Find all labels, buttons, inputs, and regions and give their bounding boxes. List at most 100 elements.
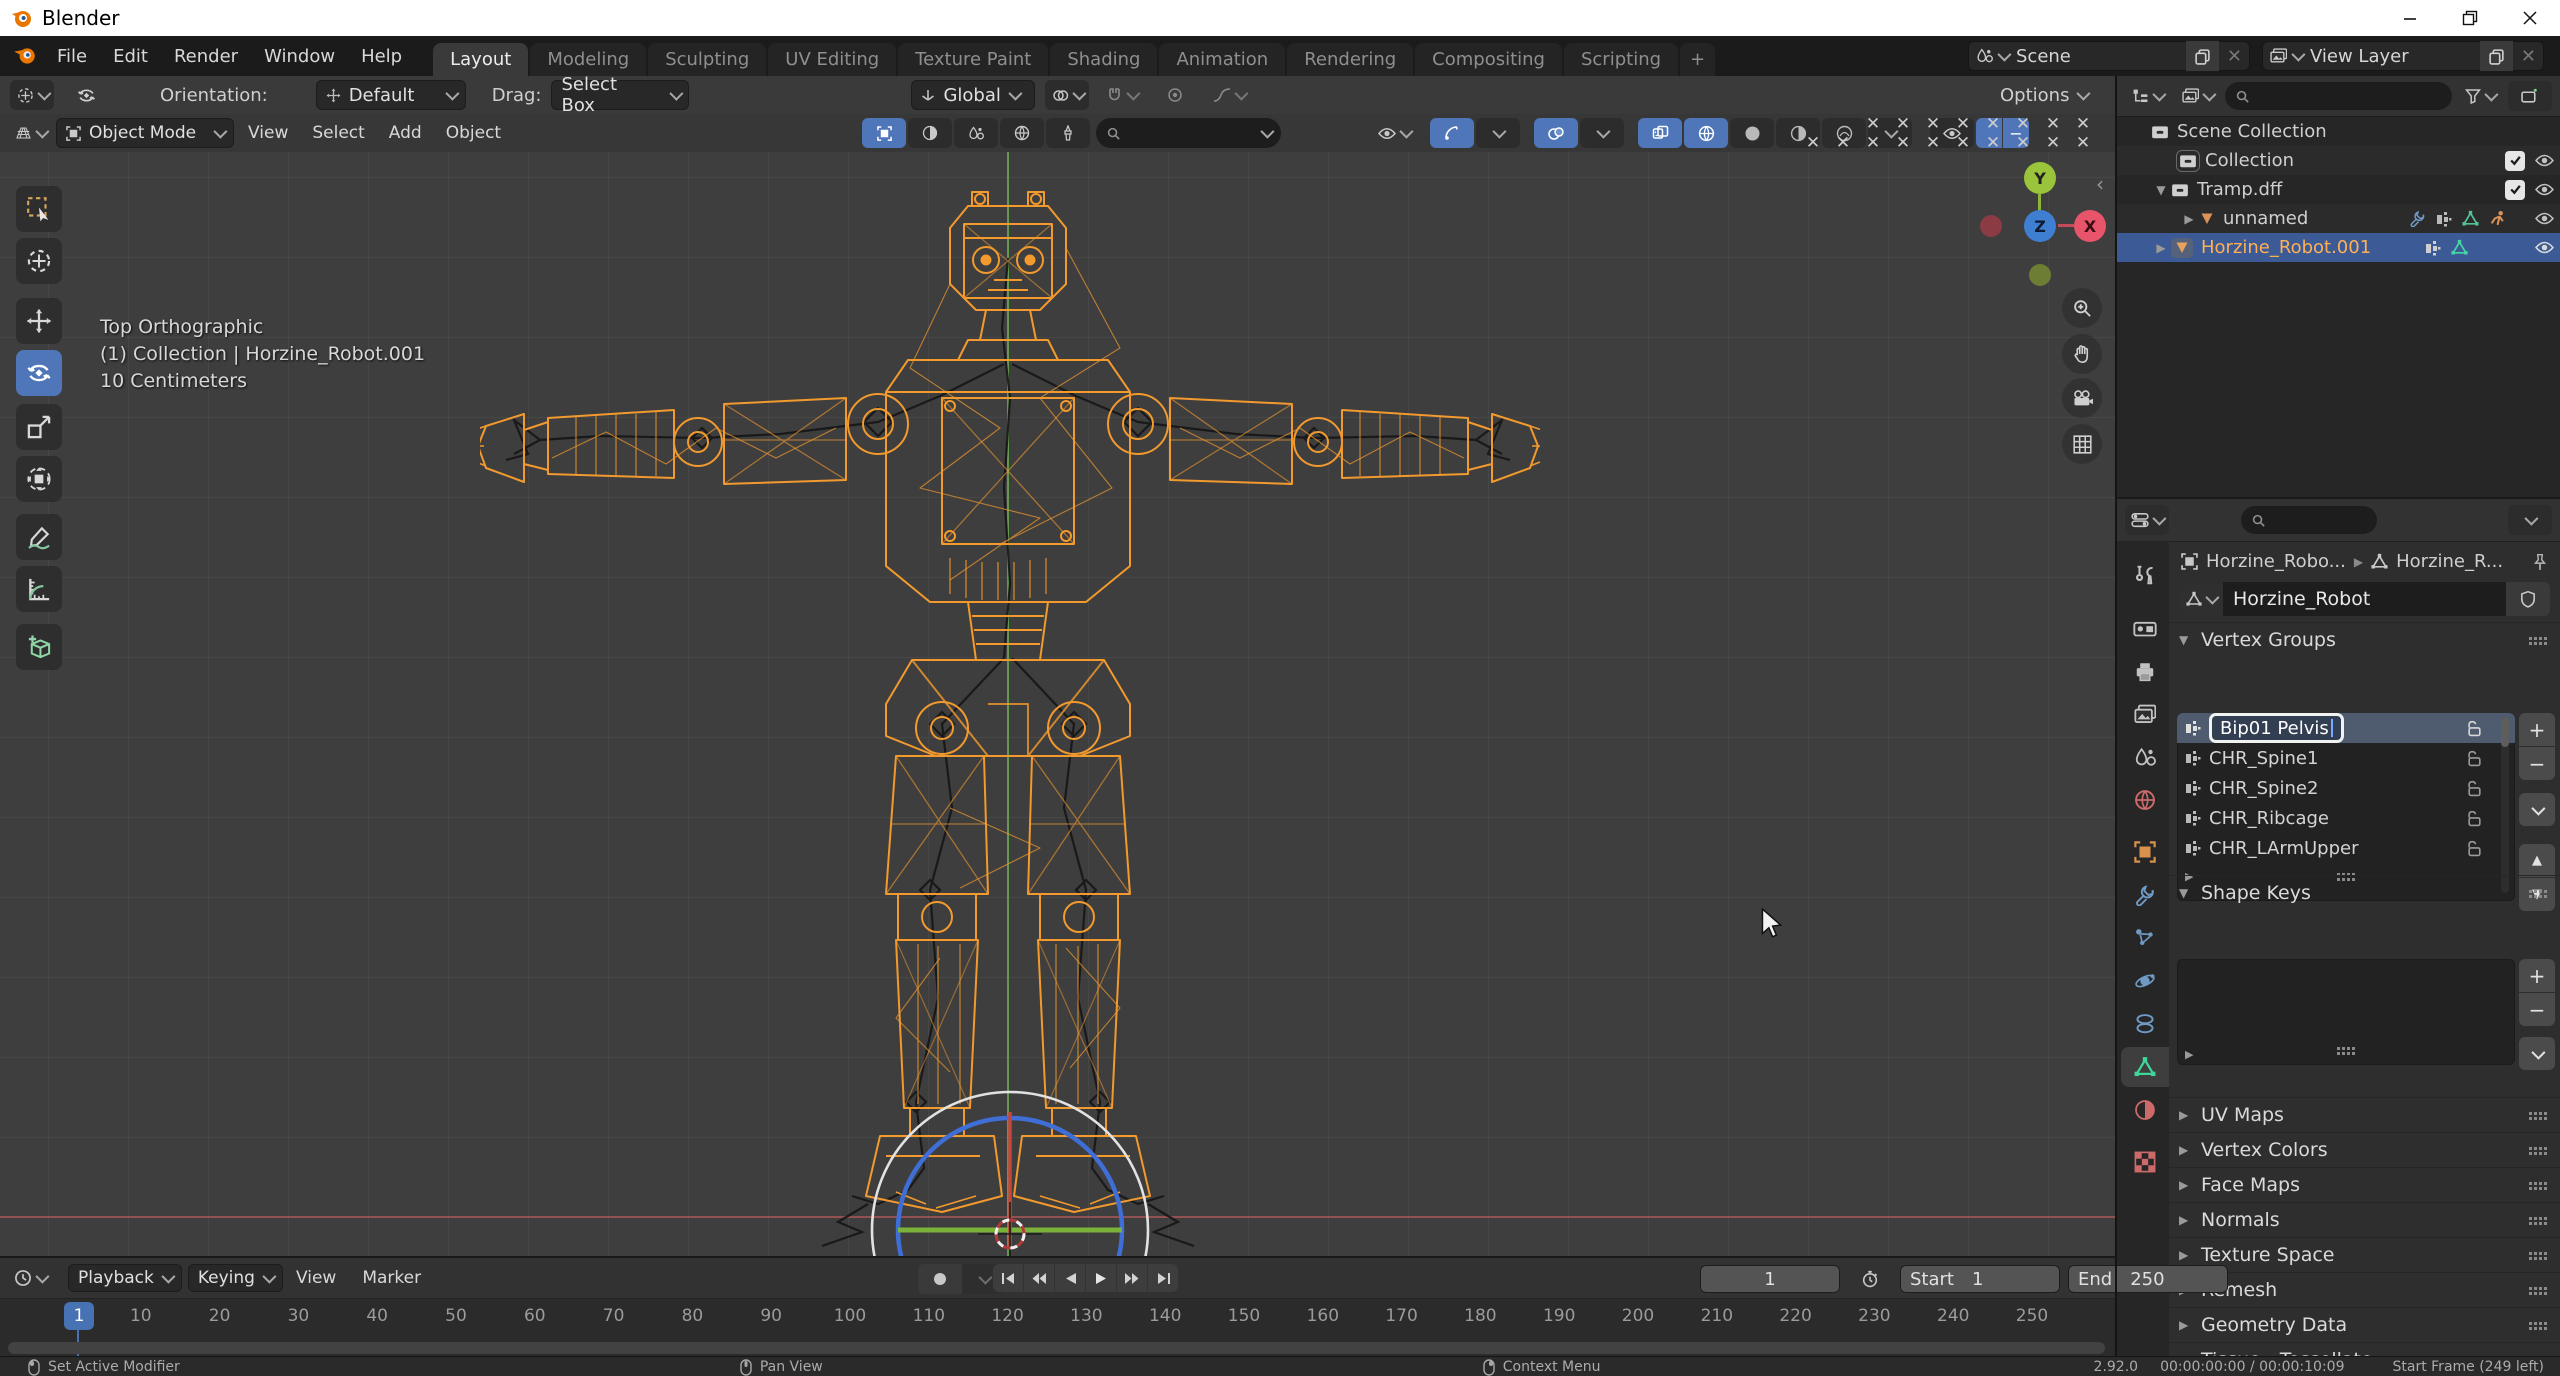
lock-open-icon[interactable]: [2466, 840, 2483, 857]
tab-scripting[interactable]: Scripting: [1564, 43, 1678, 76]
missing-addon-icon[interactable]: ✕: [2068, 114, 2098, 134]
vertex-groups-list[interactable]: Bip01 Pelvis CHR_Spine1 CHR_Spine2 CHR_R…: [2177, 713, 2515, 901]
use-preview-range-icon[interactable]: [1848, 1264, 1892, 1294]
vertex-group-specials-icon[interactable]: [2519, 793, 2555, 826]
tab-modeling[interactable]: Modeling: [530, 43, 646, 76]
tool-transform-button[interactable]: [16, 456, 62, 502]
missing-addon-icon[interactable]: ✕: [2038, 114, 2068, 134]
outliner-item-label[interactable]: Horzine_Robot.001: [2201, 237, 2371, 258]
lock-open-icon[interactable]: [2466, 750, 2483, 767]
play-button[interactable]: [1086, 1264, 1116, 1292]
viewport-search-input[interactable]: [1096, 118, 1281, 148]
tool-scale-button[interactable]: [16, 404, 62, 450]
outliner-scene-icon[interactable]: [2175, 81, 2219, 111]
panel-shape-keys-header[interactable]: ▼ Shape Keys: [2169, 875, 2560, 910]
gizmos-toggle-icon[interactable]: [1430, 118, 1474, 148]
viewport-canvas[interactable]: Top Orthographic (1) Collection | Horzin…: [0, 152, 2115, 1256]
add-workspace-button[interactable]: +: [1680, 43, 1715, 76]
missing-addon-icon[interactable]: ✕: [1948, 133, 1978, 153]
panel-vertex-groups-header[interactable]: ▼ Vertex Groups: [2169, 622, 2560, 657]
timeline-menu-view[interactable]: View: [283, 1261, 349, 1295]
tab-physics-icon[interactable]: [2121, 961, 2169, 1001]
tab-output-icon[interactable]: [2121, 651, 2169, 691]
panel-face-maps[interactable]: ▶Face Maps: [2169, 1167, 2560, 1202]
fake-user-shield-icon[interactable]: [2506, 582, 2550, 616]
mesh-data-icon[interactable]: [2462, 210, 2479, 227]
tab-animation[interactable]: Animation: [1159, 43, 1285, 76]
mesh-data-icon[interactable]: [2451, 239, 2468, 256]
tab-object-icon[interactable]: [2121, 832, 2169, 872]
list-filter-disclosure-icon[interactable]: ▶: [2185, 1048, 2193, 1061]
tool-add-cube-button[interactable]: [16, 624, 62, 670]
panel-geometry-data[interactable]: ▶Geometry Data: [2169, 1307, 2560, 1342]
timeline-menu-marker[interactable]: Marker: [349, 1261, 434, 1295]
tool-annotate-button[interactable]: [16, 514, 62, 560]
vertex-group-row[interactable]: CHR_LArmUpper: [2177, 833, 2515, 863]
start-frame-field[interactable]: Start1: [1900, 1265, 2060, 1293]
timeline-scrollbar[interactable]: [8, 1342, 2105, 1354]
outliner-display-mode-icon[interactable]: [2125, 81, 2169, 111]
vertex-group-add-button[interactable]: +: [2519, 713, 2555, 746]
gizmos-dropdown-icon[interactable]: [1476, 118, 1520, 148]
pan-hand-button[interactable]: [2062, 334, 2102, 374]
vertex-group-name[interactable]: CHR_Spine1: [2209, 748, 2318, 769]
properties-display-icon[interactable]: [2125, 505, 2169, 535]
blender-menu-logo-icon[interactable]: [12, 45, 38, 67]
tab-render-icon[interactable]: [2121, 607, 2169, 647]
tab-object-data-icon[interactable]: [2121, 1047, 2169, 1087]
outliner-row-collection[interactable]: Collection: [2117, 146, 2560, 175]
vertex-group-icon[interactable]: [2436, 211, 2452, 227]
overlays-dropdown-icon[interactable]: [1580, 118, 1624, 148]
rotate-gizmo[interactable]: [820, 1052, 1200, 1256]
vertex-group-name[interactable]: CHR_Ribcage: [2209, 808, 2329, 829]
collection-checkbox[interactable]: [2505, 180, 2525, 200]
missing-addon-icon[interactable]: ✕: [1858, 114, 1888, 134]
tool-settings-editor-icon[interactable]: [10, 80, 54, 110]
tool-select-box-button[interactable]: [16, 186, 62, 232]
missing-addon-icon[interactable]: ✕: [2008, 133, 2038, 153]
outliner-item-label[interactable]: unnamed: [2223, 208, 2308, 229]
vertex-group-move-up-button[interactable]: ▲: [2519, 844, 2555, 877]
properties-options-icon[interactable]: [2508, 505, 2552, 535]
tab-constraints-icon[interactable]: [2121, 1004, 2169, 1044]
restore-button[interactable]: [2440, 0, 2500, 36]
eye-icon[interactable]: [2535, 154, 2554, 167]
previous-keyframe-button[interactable]: [1024, 1264, 1054, 1292]
timeline-editor-type-icon[interactable]: [8, 1263, 52, 1293]
vertex-groups-scrollbar[interactable]: [2501, 717, 2509, 893]
vertex-group-icon[interactable]: [2425, 240, 2441, 256]
new-collection-icon[interactable]: [2508, 81, 2552, 111]
shape-key-specials-icon[interactable]: [2519, 1037, 2555, 1070]
view-layer-copy-icon[interactable]: [2480, 41, 2513, 71]
tab-uv-editing[interactable]: UV Editing: [768, 43, 896, 76]
tab-particles-icon[interactable]: [2121, 918, 2169, 958]
keying-dropdown[interactable]: Keying: [188, 1264, 283, 1292]
tab-texture-icon[interactable]: [2121, 1142, 2169, 1182]
panel-drag-dots-icon[interactable]: [2529, 890, 2532, 893]
shading-solid-icon[interactable]: [1730, 118, 1774, 148]
camera-view-button[interactable]: [2062, 378, 2102, 418]
scene-copy-icon[interactable]: [2186, 41, 2219, 71]
proportional-editing-icon[interactable]: [1153, 80, 1197, 110]
viewport-menu-view[interactable]: View: [238, 116, 298, 150]
play-reverse-button[interactable]: [1055, 1264, 1085, 1292]
shape-key-add-button[interactable]: +: [2519, 959, 2555, 992]
panel-drag-dots-icon[interactable]: [2529, 1322, 2532, 1325]
scene-name[interactable]: Scene: [2016, 46, 2136, 67]
vertex-group-row[interactable]: CHR_Spine2: [2177, 773, 2515, 803]
current-frame-field[interactable]: 1: [1700, 1265, 1840, 1293]
menu-window[interactable]: Window: [251, 39, 348, 73]
nav-axis-y-negative[interactable]: [2029, 264, 2051, 286]
scene-unlink-icon[interactable]: ✕: [2219, 41, 2250, 71]
missing-addon-icon[interactable]: ✕: [1798, 133, 1828, 153]
tool-rotate-button[interactable]: [16, 350, 62, 396]
scene-selector[interactable]: Scene ✕: [1968, 41, 2250, 71]
vertex-group-row[interactable]: CHR_Spine1: [2177, 743, 2515, 773]
tab-world-icon[interactable]: [2121, 780, 2169, 820]
tab-modifiers-icon[interactable]: [2121, 875, 2169, 915]
ortho-toggle-button[interactable]: [2062, 424, 2102, 464]
eye-icon[interactable]: [2535, 212, 2554, 225]
pin-icon[interactable]: [2532, 553, 2548, 571]
missing-addon-icon[interactable]: ✕: [1828, 133, 1858, 153]
missing-addon-icon[interactable]: ✕: [1948, 114, 1978, 134]
